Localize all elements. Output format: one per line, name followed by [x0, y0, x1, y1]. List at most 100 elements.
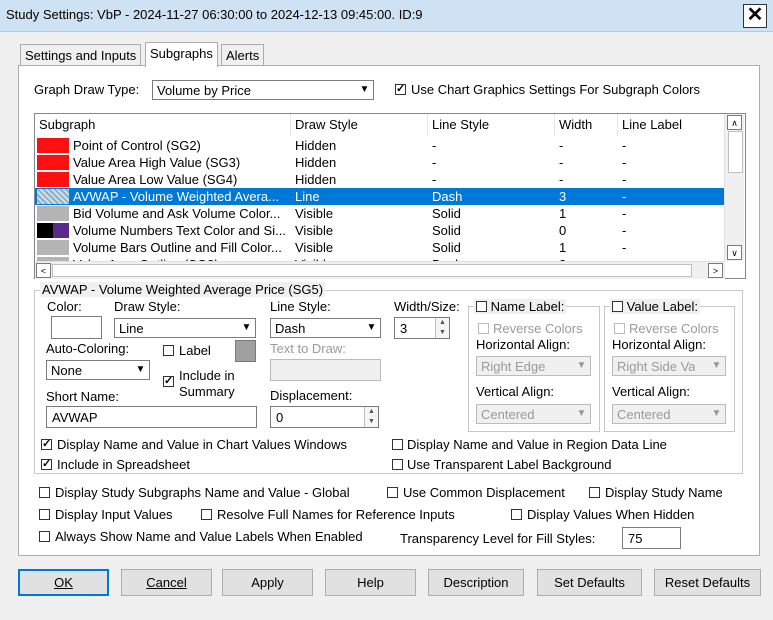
include-in-spreadsheet-checkbox[interactable]: ✓: [41, 459, 52, 470]
chevron-down-icon: ▼: [241, 322, 252, 333]
display-name-value-cvw-checkbox[interactable]: ✓: [41, 439, 52, 450]
list-horizontal-scrollbar[interactable]: < >: [35, 261, 725, 279]
label-color-swatch[interactable]: [235, 340, 256, 362]
column-header-draw-style[interactable]: Draw Style: [291, 114, 428, 136]
display-name-value-region-checkbox[interactable]: [392, 439, 403, 450]
name-vertical-align-value: Centered: [481, 407, 535, 422]
width-spinner-buttons[interactable]: ▲ ▼: [435, 318, 449, 338]
short-name-value: AVWAP: [52, 410, 98, 425]
transparent-label-bg-label: Use Transparent Label Background: [407, 457, 612, 472]
value-label-checkbox[interactable]: [612, 301, 623, 312]
set-defaults-button[interactable]: Set Defaults: [537, 569, 642, 596]
reset-defaults-button[interactable]: Reset Defaults: [654, 569, 761, 596]
use-chart-graphics-label: Use Chart Graphics Settings For Subgraph…: [411, 82, 701, 97]
column-header-subgraph[interactable]: Subgraph: [35, 114, 291, 136]
displacement-spinner[interactable]: 0 ▲ ▼: [270, 406, 379, 428]
display-values-hidden-checkbox[interactable]: [511, 509, 522, 520]
width-size-spinner[interactable]: 3 ▲ ▼: [394, 317, 450, 339]
vertical-scroll-thumb[interactable]: [728, 131, 743, 173]
scroll-down-icon[interactable]: ∨: [727, 245, 742, 260]
display-input-values-checkbox[interactable]: [39, 509, 50, 520]
chevron-down-icon: ▼: [359, 84, 370, 95]
name-horizontal-align-dropdown[interactable]: Right Edge ▼: [476, 356, 591, 376]
display-name-value-cvw-label: Display Name and Value in Chart Values W…: [57, 437, 347, 452]
subgraph-cell-draw-style: Visible: [295, 223, 334, 238]
subgraph-row[interactable]: Value Area High Value (SG3) Hidden - - -: [35, 154, 725, 171]
use-chart-graphics-checkbox[interactable]: ✓: [395, 84, 406, 95]
subgraph-list[interactable]: Subgraph Draw Style Line Style Width Lin…: [34, 113, 746, 279]
subgraph-cell-line-style: Solid: [432, 206, 461, 221]
subgraph-color-swatch: [37, 206, 69, 221]
scroll-left-icon[interactable]: <: [36, 263, 51, 278]
short-name-input[interactable]: AVWAP: [46, 406, 257, 428]
name-vertical-align-dropdown[interactable]: Centered ▼: [476, 404, 591, 424]
name-label-checkbox[interactable]: [476, 301, 487, 312]
column-header-line-label[interactable]: Line Label: [618, 114, 725, 136]
graph-draw-type-dropdown[interactable]: Volume by Price ▼: [152, 80, 374, 100]
apply-button[interactable]: Apply: [222, 569, 313, 596]
transparency-level-input[interactable]: 75: [622, 527, 681, 549]
subgraph-cell-width: -: [559, 138, 564, 153]
name-vertical-align-label: Vertical Align:: [476, 384, 555, 399]
horizontal-scroll-thumb[interactable]: [52, 264, 692, 277]
subgraph-cell-line-label: -: [622, 206, 627, 221]
chevron-down-icon: ▼: [711, 360, 722, 371]
window-title: Study Settings: VbP - 2024-11-27 06:30:0…: [6, 7, 423, 22]
subgraph-row[interactable]: Bid Volume and Ask Volume Color... Visibl…: [35, 205, 725, 222]
scroll-up-icon[interactable]: ∧: [727, 115, 742, 130]
tab-alerts[interactable]: Alerts: [221, 44, 265, 67]
ok-button[interactable]: OK: [18, 569, 109, 596]
include-in-summary-checkbox[interactable]: ✓: [163, 376, 174, 387]
help-button[interactable]: Help: [325, 569, 416, 596]
line-style-dropdown[interactable]: Dash ▼: [270, 318, 381, 338]
subgraph-color-swatch: [37, 138, 69, 153]
color-label: Color:: [47, 299, 82, 314]
displacement-value: 0: [276, 410, 284, 425]
subgraph-cell-name: Volume Numbers Text Color and Si...: [73, 223, 286, 238]
subgraph-cell-line-style: -: [432, 138, 437, 153]
always-show-labels-label: Always Show Name and Value Labels When E…: [55, 529, 363, 544]
label-checkbox[interactable]: [163, 345, 174, 356]
transparent-label-bg-checkbox[interactable]: [392, 459, 403, 470]
column-header-line-style[interactable]: Line Style: [428, 114, 555, 136]
use-common-displacement-checkbox[interactable]: [387, 487, 398, 498]
chevron-down-icon: ▼: [711, 408, 722, 419]
close-icon[interactable]: ✕: [743, 4, 767, 28]
auto-coloring-dropdown[interactable]: None ▼: [46, 360, 150, 380]
auto-coloring-label: Auto-Coloring:: [46, 341, 130, 356]
scroll-right-icon[interactable]: >: [708, 263, 723, 278]
display-name-value-region-label: Display Name and Value in Region Data Li…: [407, 437, 667, 452]
column-header-width[interactable]: Width: [555, 114, 618, 136]
tab-subgraphs[interactable]: Subgraphs: [145, 42, 218, 67]
display-study-name-label: Display Study Name: [605, 485, 723, 500]
display-study-name-checkbox[interactable]: [589, 487, 600, 498]
draw-style-value: Line: [119, 321, 144, 336]
label-checkbox-label: Label: [179, 343, 211, 358]
subgraph-row[interactable]: Volume Numbers Text Color and Si... Visib…: [35, 222, 725, 239]
cancel-button[interactable]: Cancel: [121, 569, 212, 596]
resolve-full-names-checkbox[interactable]: [201, 509, 212, 520]
value-horizontal-align-dropdown[interactable]: Right Side Valu ▼: [612, 356, 726, 376]
display-subgraphs-global-label: Display Study Subgraphs Name and Value -…: [55, 485, 350, 500]
always-show-labels-checkbox[interactable]: [39, 531, 50, 542]
line-style-value: Dash: [275, 321, 306, 336]
subgraph-row[interactable]: Point of Control (SG2) Hidden - - -: [35, 137, 725, 154]
color-swatch[interactable]: [51, 316, 102, 339]
value-reverse-colors-checkbox[interactable]: [614, 323, 625, 334]
display-subgraphs-global-checkbox[interactable]: [39, 487, 50, 498]
subgraph-row[interactable]: AVWAP - Volume Weighted Avera... Line Dash…: [35, 188, 725, 205]
subgraph-detail-title: AVWAP - Volume Weighted Average Price (S…: [40, 282, 326, 297]
tab-settings-and-inputs[interactable]: Settings and Inputs: [20, 44, 142, 67]
draw-style-dropdown[interactable]: Line ▼: [114, 318, 256, 338]
value-vertical-align-dropdown[interactable]: Centered ▼: [612, 404, 726, 424]
list-vertical-scrollbar[interactable]: ∧ ∨: [724, 114, 744, 261]
resolve-full-names-label: Resolve Full Names for Reference Inputs: [217, 507, 455, 522]
subgraph-row[interactable]: Value Area Low Value (SG4) Hidden - - -: [35, 171, 725, 188]
displacement-spinner-buttons[interactable]: ▲ ▼: [364, 407, 378, 427]
subgraph-color-swatch: [37, 240, 69, 255]
description-button[interactable]: Description: [428, 569, 524, 596]
subgraph-cell-width: 1: [559, 240, 567, 255]
text-to-draw-input[interactable]: [270, 359, 381, 381]
subgraph-row[interactable]: Volume Bars Outline and Fill Color... Vis…: [35, 239, 725, 256]
name-reverse-colors-checkbox[interactable]: [478, 323, 489, 334]
